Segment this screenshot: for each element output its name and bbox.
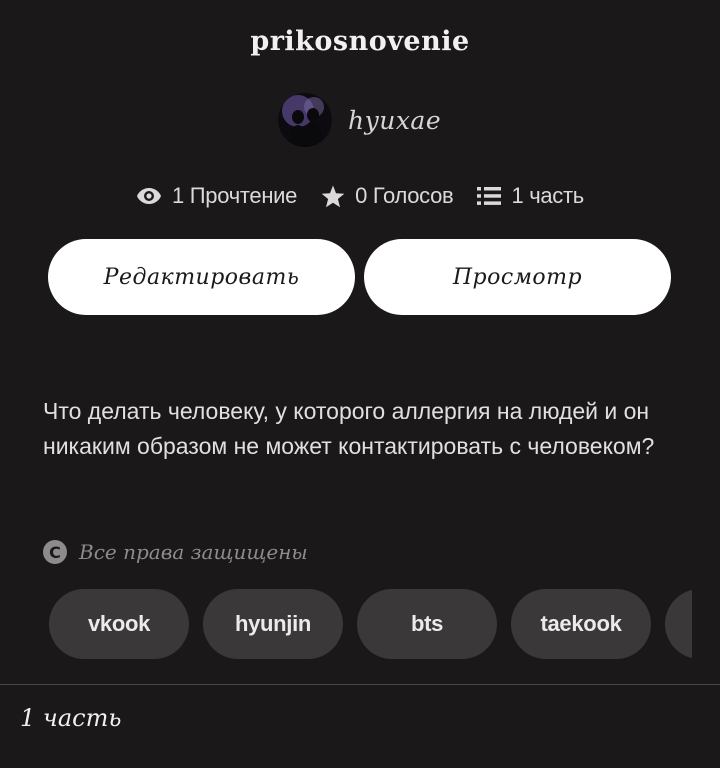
- list-icon: [477, 187, 502, 205]
- tag-chip[interactable]: taekook: [511, 589, 651, 659]
- votes-stat: 0 Голосов: [321, 183, 454, 209]
- parts-count: 1 часть: [511, 183, 584, 208]
- section-divider: [0, 684, 720, 685]
- author-row[interactable]: hyuxae: [278, 93, 441, 147]
- tag-chip[interactable]: vkook: [49, 589, 189, 659]
- view-button[interactable]: Просмотр: [364, 239, 671, 315]
- author-name[interactable]: hyuxae: [348, 106, 441, 135]
- author-avatar[interactable]: [278, 93, 332, 147]
- copyright-icon: C: [43, 540, 67, 564]
- parts-stat: 1 часть: [477, 183, 584, 209]
- tag-chip[interactable]: bts: [357, 589, 497, 659]
- reads-stat: 1 Прочтение: [136, 183, 297, 209]
- star-icon: [321, 185, 345, 207]
- edit-button[interactable]: Редактировать: [48, 239, 355, 315]
- story-description: Что делать человеку, у которого аллергия…: [43, 398, 655, 459]
- copyright-notice: C Все права защищены: [43, 535, 308, 569]
- tag-chip[interactable]: [665, 589, 692, 659]
- story-title: prikosnovenie: [250, 26, 470, 57]
- part-item[interactable]: 1 часть: [20, 704, 121, 732]
- copyright-label: Все права защищены: [79, 540, 308, 564]
- story-stats: 1 Прочтение 0 Голосов 1 часть: [0, 178, 720, 214]
- eye-icon: [137, 188, 162, 204]
- tag-list: vkook hyunjin bts taekook: [49, 589, 692, 659]
- votes-count: 0 Голосов: [355, 183, 454, 208]
- tag-chip[interactable]: hyunjin: [203, 589, 343, 659]
- reads-count: 1 Прочтение: [172, 183, 298, 208]
